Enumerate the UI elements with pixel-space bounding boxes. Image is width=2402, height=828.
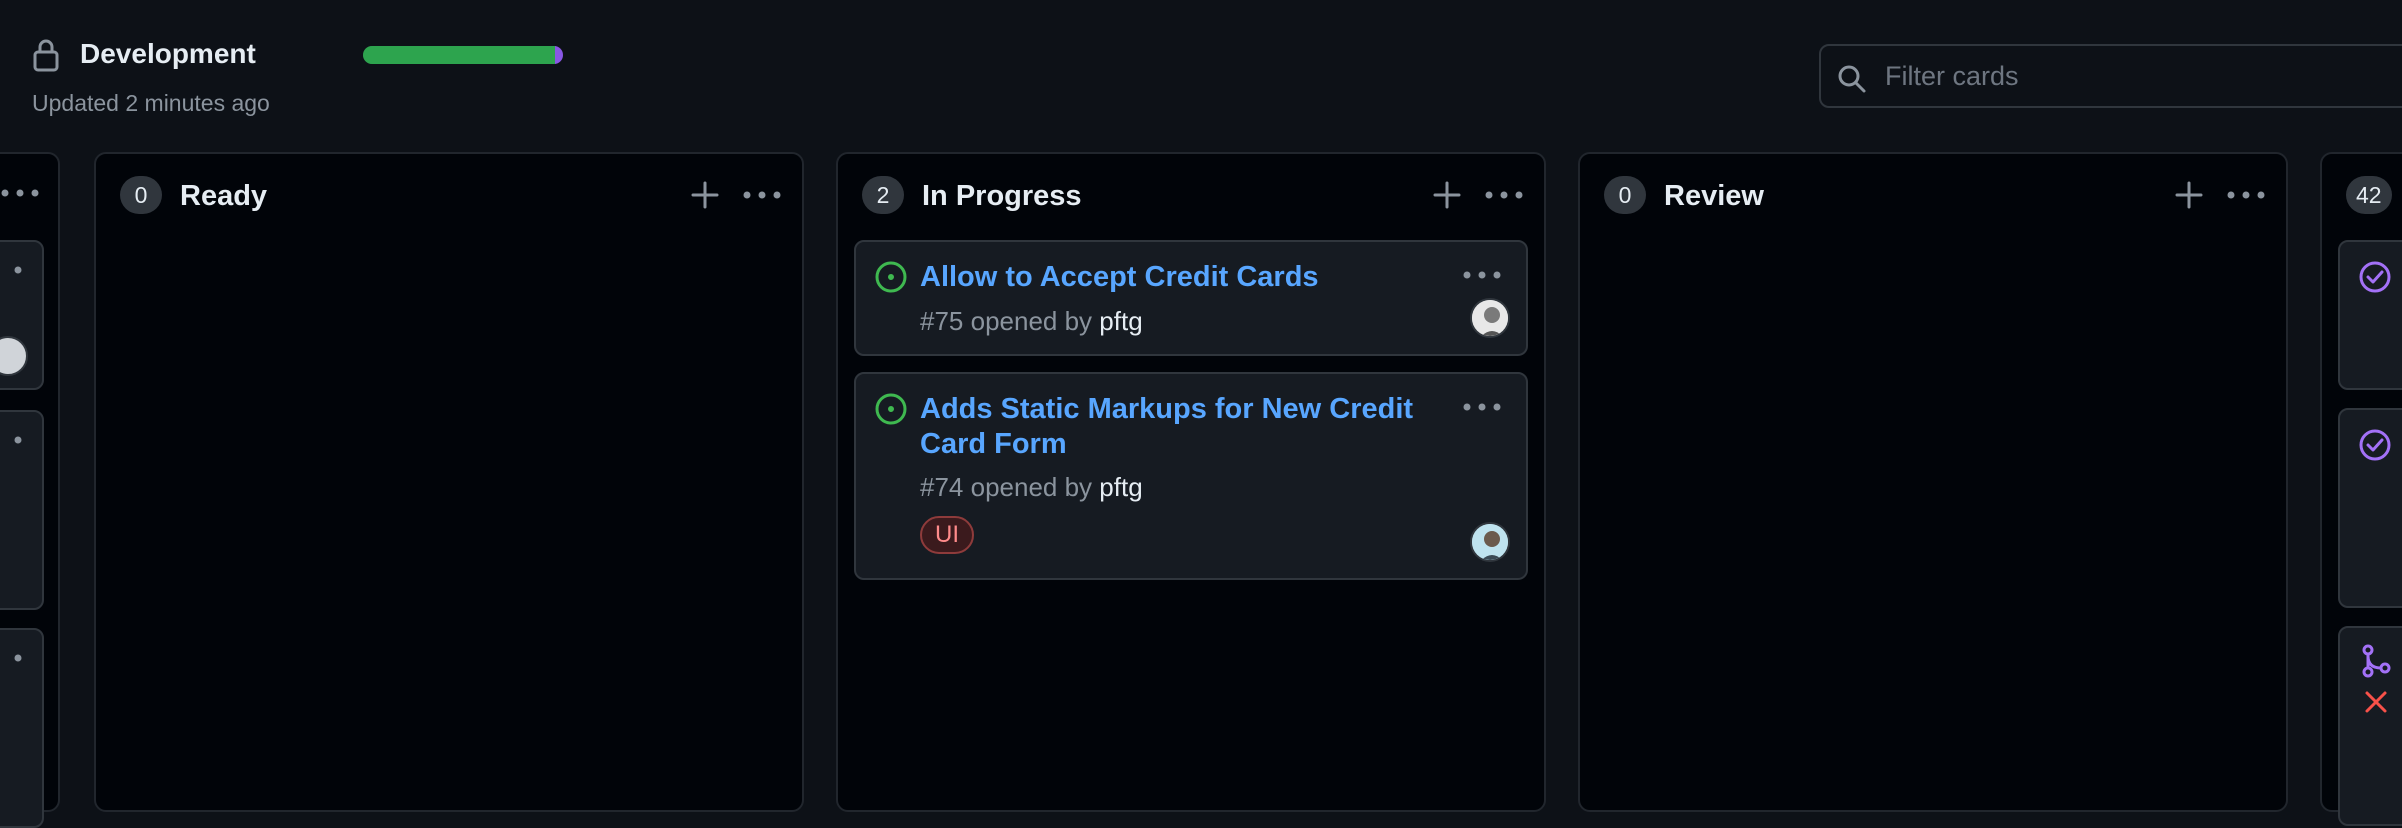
add-card-icon[interactable]	[688, 178, 722, 212]
filter-cards-field[interactable]	[1819, 44, 2402, 108]
card-menu-icon[interactable]	[1462, 260, 1502, 290]
column-header: 0 Review	[1580, 154, 2286, 234]
column-ready: 0 Ready	[94, 152, 804, 812]
project-title[interactable]: Development	[80, 38, 256, 70]
column-title: Ready	[180, 180, 268, 212]
close-icon	[2365, 691, 2387, 713]
card-partial[interactable]	[2338, 240, 2402, 390]
card-partial[interactable]	[0, 240, 44, 390]
card-partial[interactable]	[0, 410, 44, 610]
column-title: In Progress	[922, 180, 1082, 212]
avatar-image	[1472, 524, 1508, 560]
card-menu-icon[interactable]	[14, 266, 22, 274]
column-menu-icon[interactable]	[742, 178, 782, 212]
issue-closed-icon	[2359, 261, 2391, 293]
pull-request-merged-icon	[2362, 644, 2391, 678]
column-next: 42	[2320, 152, 2402, 826]
column-header: 2 In Progress	[838, 154, 1544, 234]
project-board: 0 Ready 2 In Progress Allow to Accept Cr…	[0, 152, 2402, 828]
avatar-image	[1472, 300, 1508, 336]
filter-cards-input[interactable]	[1885, 56, 2402, 96]
avatar[interactable]	[1470, 298, 1510, 338]
card-partial[interactable]	[2338, 626, 2402, 826]
column-menu-icon[interactable]	[2226, 178, 2266, 212]
issue-card[interactable]: Allow to Accept Credit Cards #75 opened …	[854, 240, 1528, 356]
project-header: Development Updated 2 minutes ago	[0, 0, 2402, 152]
search-icon	[1838, 65, 1866, 93]
card-menu-icon[interactable]	[14, 436, 22, 444]
column-review: 0 Review	[1578, 152, 2288, 812]
issue-meta-prefix: #75 opened by	[920, 306, 1100, 336]
column-count-badge: 2	[862, 176, 904, 214]
column-menu-icon[interactable]	[1484, 178, 1524, 212]
project-progress-bar	[363, 46, 563, 64]
issue-card[interactable]: Adds Static Markups for New Credit Card …	[854, 372, 1528, 580]
avatar[interactable]	[1470, 522, 1510, 562]
issue-title-link[interactable]: Allow to Accept Credit Cards	[920, 260, 1440, 295]
progress-done-segment	[363, 46, 555, 64]
column-count-badge: 0	[120, 176, 162, 214]
column-menu-icon[interactable]	[0, 188, 40, 198]
issue-meta-prefix: #74 opened by	[920, 472, 1100, 502]
issue-author[interactable]: pftg	[1099, 472, 1142, 502]
updated-timestamp: Updated 2 minutes ago	[32, 90, 270, 116]
add-card-icon[interactable]	[1430, 178, 1464, 212]
issue-meta: #74 opened by pftg	[920, 472, 1143, 503]
column-title: Review	[1664, 180, 1764, 212]
column-in-progress: 2 In Progress Allow to Accept Credit Car…	[836, 152, 1546, 812]
card-partial[interactable]	[2338, 408, 2402, 608]
lock-icon	[33, 39, 59, 72]
column-previous	[0, 152, 60, 828]
issue-opened-icon	[875, 261, 907, 293]
avatar	[0, 336, 28, 376]
card-menu-icon[interactable]	[14, 654, 22, 662]
column-header: 0 Ready	[96, 154, 802, 234]
issue-opened-icon	[875, 393, 907, 425]
add-card-icon[interactable]	[2172, 178, 2206, 212]
issue-meta: #75 opened by pftg	[920, 306, 1143, 337]
column-count-badge: 42	[2346, 176, 2392, 214]
issue-title-link[interactable]: Adds Static Markups for New Credit Card …	[920, 392, 1440, 462]
issue-author[interactable]: pftg	[1099, 306, 1142, 336]
card-partial[interactable]	[0, 628, 44, 828]
progress-in-progress-segment	[555, 46, 563, 64]
column-count-badge: 0	[1604, 176, 1646, 214]
issue-closed-icon	[2359, 429, 2391, 461]
issue-label[interactable]: UI	[920, 516, 974, 554]
card-menu-icon[interactable]	[1462, 392, 1502, 422]
